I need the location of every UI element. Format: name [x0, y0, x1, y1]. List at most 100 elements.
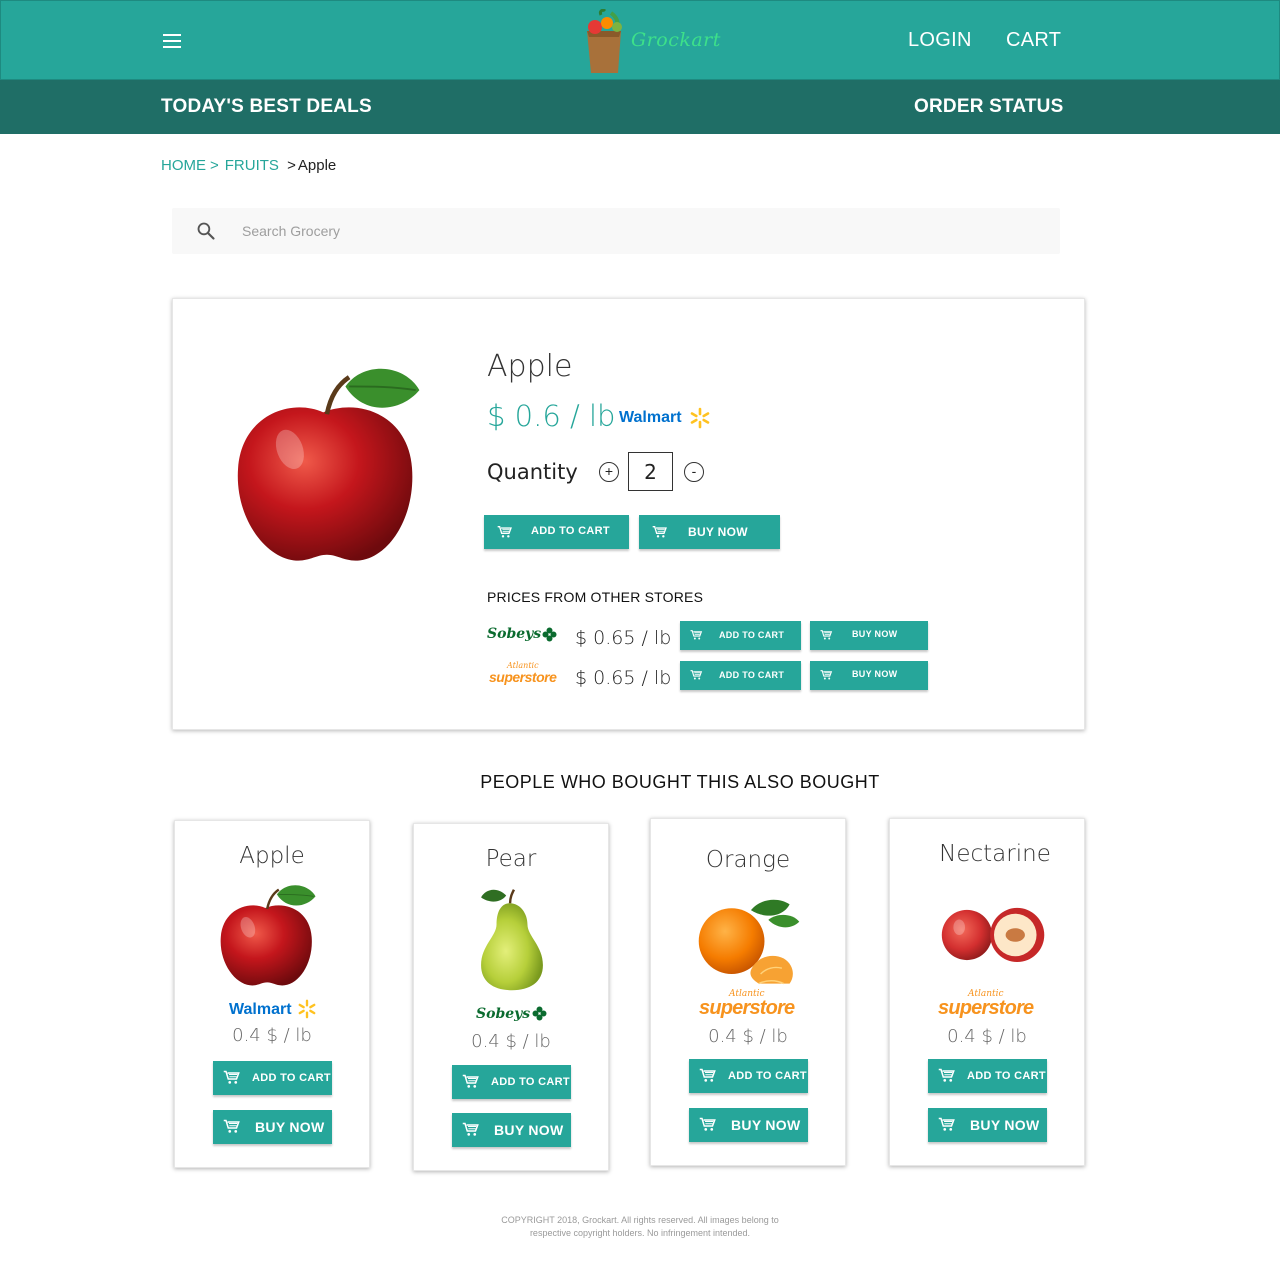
site-logo[interactable]: Grockart: [581, 8, 720, 75]
superstore-logo-text: superstore: [938, 997, 1034, 1019]
add-to-cart-button[interactable]: ADD TO CART: [213, 1061, 332, 1095]
cart-icon: [699, 1117, 717, 1132]
search-input[interactable]: [232, 208, 1032, 254]
footer-copyright: COPYRIGHT 2018, Grockart. All rights res…: [501, 1215, 779, 1238]
breadcrumb-current: Apple: [297, 157, 337, 174]
buy-now-button[interactable]: BUY NOW: [452, 1113, 571, 1147]
other-add-to-cart-button[interactable]: ADD TO CART: [680, 661, 801, 690]
buy-now-button[interactable]: BUY NOW: [689, 1108, 808, 1142]
cart-icon: [652, 525, 668, 539]
recommendation-name: Orange: [705, 847, 791, 873]
quantity-decrease-button[interactable]: -: [684, 462, 704, 482]
cart-link[interactable]: CART: [1006, 29, 1061, 52]
add-to-cart-label: ADD TO CART: [491, 1076, 570, 1088]
sobeys-logo: Sobeys: [462, 1004, 562, 1032]
logo-text: Grockart: [631, 29, 721, 51]
buy-now-label: BUY NOW: [852, 669, 898, 679]
recommendation-card[interactable]: Orange Atlantic superstore 0.4 $ / lb AD…: [650, 818, 846, 1166]
quantity-increase-button[interactable]: +: [599, 462, 619, 482]
other-add-to-cart-button[interactable]: ADD TO CART: [680, 621, 801, 650]
add-to-cart-label: ADD TO CART: [728, 1070, 807, 1082]
recommendation-price: 0.4 $ / lb: [947, 1026, 1027, 1047]
cart-icon: [938, 1068, 956, 1083]
recommendation-name: Nectarine: [939, 841, 1051, 867]
other-store-price: $ 0.65 / lb: [575, 627, 672, 649]
search-icon[interactable]: [196, 221, 216, 241]
add-to-cart-button[interactable]: ADD TO CART: [484, 515, 629, 549]
atlantic-superstore-logo: Atlantic superstore: [699, 989, 799, 1019]
product-detail-card: Apple $ 0.6 / lb Walmart Quantity + - AD…: [172, 298, 1085, 730]
cart-icon: [462, 1122, 480, 1137]
superstore-logo-text: superstore: [489, 669, 557, 685]
recommendation-card[interactable]: Pear Sobeys 0.4 $ / lb ADD TO CART BUY N…: [413, 823, 609, 1171]
other-buy-now-button[interactable]: BUY NOW: [810, 621, 928, 650]
breadcrumb: HOME > FRUITS > Apple: [161, 157, 336, 174]
cart-icon: [820, 629, 833, 641]
walmart-logo-text: Walmart: [229, 1001, 292, 1018]
top-navbar: Grockart LOGIN CART: [0, 0, 1280, 80]
breadcrumb-separator: >: [210, 157, 219, 174]
buy-now-label: BUY NOW: [255, 1119, 325, 1135]
sobeys-clover-icon: [542, 627, 557, 642]
buy-now-label: BUY NOW: [494, 1122, 564, 1138]
recommendation-card[interactable]: Nectarine Atlantic superstore 0.4 $ / lb…: [889, 818, 1085, 1166]
recommendation-price: 0.4 $ / lb: [471, 1031, 551, 1052]
recommendation-name: Apple: [239, 843, 305, 869]
add-to-cart-label: ADD TO CART: [252, 1072, 331, 1084]
cart-icon: [820, 669, 833, 681]
grocery-bag-icon: [587, 8, 622, 73]
sobeys-logo-text: Sobeys: [487, 626, 542, 642]
sobeys-logo-text: Sobeys: [476, 1006, 531, 1022]
buy-now-button[interactable]: BUY NOW: [928, 1108, 1047, 1142]
login-link[interactable]: LOGIN: [908, 29, 972, 52]
hamburger-menu-icon[interactable]: [163, 34, 181, 48]
atlantic-superstore-logo: Atlantic superstore: [487, 661, 559, 689]
walmart-spark-icon: [298, 999, 316, 1019]
cart-icon: [699, 1068, 717, 1083]
sobeys-logo: Sobeys: [487, 623, 559, 649]
quantity-input[interactable]: [628, 452, 673, 491]
walmart-logo-text: Walmart: [619, 409, 682, 426]
product-image-apple: [227, 361, 449, 571]
cart-icon: [462, 1074, 480, 1089]
cart-icon: [223, 1070, 241, 1085]
walmart-spark-icon: [690, 407, 710, 429]
other-store-price: $ 0.65 / lb: [575, 667, 672, 689]
superstore-logo-text: superstore: [699, 997, 795, 1019]
recommendation-name: Pear: [485, 846, 537, 872]
other-store-row: Atlantic superstore $ 0.65 / lb ADD TO C…: [487, 661, 947, 691]
cart-icon: [690, 629, 703, 641]
buy-now-label: BUY NOW: [731, 1117, 801, 1133]
product-name: Apple: [487, 349, 573, 384]
cart-icon: [497, 525, 513, 539]
quantity-label: Quantity: [487, 460, 578, 484]
breadcrumb-home[interactable]: HOME: [161, 157, 206, 174]
add-to-cart-label: ADD TO CART: [719, 670, 785, 680]
add-to-cart-label: ADD TO CART: [967, 1070, 1046, 1082]
orange-image: [691, 889, 807, 999]
add-to-cart-button[interactable]: ADD TO CART: [689, 1059, 808, 1093]
apple-image: [215, 881, 331, 991]
pear-image: [454, 884, 570, 994]
sobeys-clover-icon: [532, 1006, 547, 1021]
todays-best-deals-link[interactable]: TODAY'S BEST DEALS: [161, 96, 372, 118]
buy-now-button[interactable]: BUY NOW: [213, 1110, 332, 1144]
buy-now-label: BUY NOW: [852, 629, 898, 639]
other-buy-now-button[interactable]: BUY NOW: [810, 661, 928, 690]
buy-now-label: BUY NOW: [688, 525, 748, 539]
buy-now-button[interactable]: BUY NOW: [639, 515, 780, 549]
walmart-logo: Walmart: [223, 999, 323, 1027]
search-bar: [172, 208, 1060, 254]
recommendation-price: 0.4 $ / lb: [708, 1026, 788, 1047]
product-price: $ 0.6 / lb: [487, 399, 616, 433]
breadcrumb-fruits[interactable]: FRUITS: [225, 157, 279, 174]
also-bought-title: PEOPLE WHO BOUGHT THIS ALSO BOUGHT: [480, 772, 880, 792]
recommendation-price: 0.4 $ / lb: [232, 1025, 312, 1046]
recommendation-card[interactable]: Apple Walmart 0.4 $ / lb ADD TO CART BUY…: [174, 820, 370, 1168]
other-store-row: Sobeys $ 0.65 / lb ADD TO CART BUY NOW: [487, 621, 947, 651]
add-to-cart-button[interactable]: ADD TO CART: [928, 1059, 1047, 1093]
order-status-link[interactable]: ORDER STATUS: [914, 96, 1063, 118]
other-stores-title: PRICES FROM OTHER STORES: [487, 589, 704, 605]
nectarine-image: [936, 879, 1052, 989]
add-to-cart-button[interactable]: ADD TO CART: [452, 1065, 571, 1099]
